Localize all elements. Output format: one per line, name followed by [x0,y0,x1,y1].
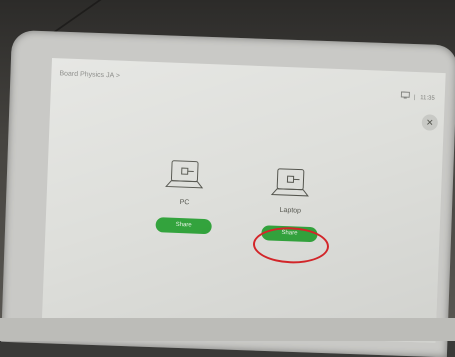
share-button-pc[interactable]: Share [155,217,212,234]
screen-glare [42,58,446,343]
top-bar: Board Physics JA > | 11:35 [59,70,437,99]
device-bottom-bezel [0,318,455,341]
screen-share-icon [400,94,411,100]
close-icon: ✕ [426,117,434,127]
status-area: | 11:35 [400,91,435,101]
laptop-icon [269,166,314,202]
source-label-pc: PC [144,198,224,208]
source-label-laptop: Laptop [250,206,330,216]
status-separator: | [414,95,416,101]
laptop-icon [163,158,208,194]
room-name[interactable]: Board Physics JA > [59,70,120,79]
source-pc: PC Share [143,158,226,235]
touch-panel-screen: Board Physics JA > | 11:35 ✕ PC Share [42,58,446,343]
close-button[interactable]: ✕ [421,114,438,131]
clock: 11:35 [420,95,435,102]
